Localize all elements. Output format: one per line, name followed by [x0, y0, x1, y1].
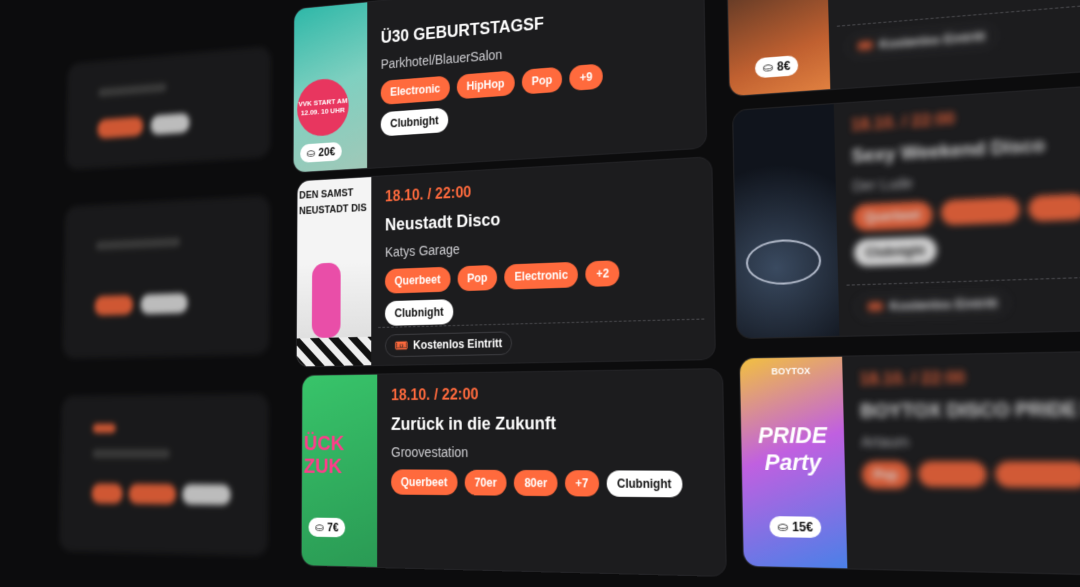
- ticket-label: Kostenlos Eintritt: [889, 295, 998, 314]
- category-tag[interactable]: Clubnight: [380, 107, 449, 137]
- event-poster: VVK START AM 12.09. 10 UHR ⛀ 20€: [293, 2, 368, 173]
- ticket-chip[interactable]: 🎟 Kostenlos Eintritt: [384, 331, 513, 358]
- coins-icon: ⛀: [777, 519, 789, 535]
- event-poster: ⛀ 8€: [727, 0, 831, 97]
- ticket-label: Kostenlos Eintritt: [878, 29, 986, 52]
- tag-list: Pop: [861, 460, 1080, 491]
- genre-tag[interactable]: [1027, 193, 1080, 222]
- event-poster: [733, 104, 840, 339]
- more-tags[interactable]: +7: [564, 470, 600, 497]
- coins-icon: ⛀: [762, 60, 774, 75]
- event-date: 18.10. / 22:00: [850, 110, 956, 135]
- tag-list: Querbeet: [852, 191, 1080, 232]
- event-poster: BOYTOX PRIDE Party ⛀ 15€: [739, 356, 848, 569]
- category-tag[interactable]: Clubnight: [384, 299, 454, 326]
- genre-tag[interactable]: 80er: [514, 469, 558, 497]
- event-card-left-3[interactable]: [60, 394, 268, 555]
- event-venue: Groovestation: [391, 444, 469, 460]
- event-venue: Artaum: [860, 433, 910, 451]
- ticket-chip[interactable]: 🎟 Kostenlos Eintritt: [845, 22, 998, 60]
- event-venue: Katys Garage: [385, 241, 460, 260]
- category-tag[interactable]: Clubnight: [853, 236, 938, 267]
- turntable-icon: [745, 237, 822, 286]
- event-card-boytox-pride[interactable]: BOYTOX PRIDE Party ⛀ 15€ 18.10. / 22:00 …: [739, 351, 1080, 576]
- genre-tag[interactable]: Querbeet: [391, 469, 458, 496]
- poster-figure: [311, 262, 341, 339]
- ticket-chip[interactable]: 🎟 Kostenlos Eintritt: [855, 290, 1011, 320]
- event-card-neustadt-disco[interactable]: DEN SAMST NEUSTADT DIS 18.10. / 22:00 Ne…: [296, 157, 715, 367]
- genre-tag[interactable]: HipHop: [456, 70, 515, 100]
- event-title: Neustadt Disco: [385, 209, 501, 235]
- price-badge: ⛀ 7€: [308, 517, 346, 538]
- ticket-icon: 🎟: [866, 299, 884, 315]
- genre-tag[interactable]: [994, 461, 1080, 489]
- ticket-icon: 🎟: [394, 338, 408, 353]
- event-card-left-1[interactable]: [67, 47, 270, 169]
- poster-text: PRIDE Party: [757, 421, 828, 476]
- poster-badge: VVK START AM 12.09. 10 UHR: [296, 77, 349, 138]
- genre-tag[interactable]: 70er: [464, 469, 507, 496]
- checker-floor: [296, 336, 372, 367]
- divider: [836, 2, 1080, 27]
- event-card-left-2[interactable]: [63, 196, 269, 358]
- tag-list: Querbeet Pop Electronic +2: [384, 257, 704, 294]
- genre-tag[interactable]: [940, 196, 1020, 226]
- price-badge: ⛀ 15€: [769, 516, 822, 538]
- genre-tag[interactable]: Querbeet: [384, 266, 451, 294]
- price-value: 20€: [318, 145, 336, 159]
- event-title: BOYTOX DISCO PRIDE PARTY: [859, 398, 1080, 422]
- genre-tag[interactable]: Electronic: [504, 261, 579, 290]
- poster-text: ÜCK ZUK: [303, 431, 345, 478]
- genre-tag[interactable]: [917, 461, 987, 488]
- event-date: 18.10. / 22:00: [385, 184, 472, 206]
- event-venue: Der Lude: [852, 174, 914, 195]
- event-title: Sexy Weekend Disco: [851, 134, 1046, 167]
- genre-tag[interactable]: Pop: [457, 264, 498, 292]
- price-badge: ⛀ 8€: [754, 55, 799, 79]
- ticket-icon: 🎟: [856, 38, 874, 54]
- more-tags[interactable]: +2: [585, 260, 620, 288]
- price-value: 15€: [792, 519, 814, 535]
- genre-tag[interactable]: Querbeet: [852, 200, 933, 232]
- coins-icon: ⛀: [315, 520, 324, 535]
- tag-list: Querbeet 70er 80er +7 Clubnight: [391, 469, 714, 498]
- event-poster: ÜCK ZUK ⛀ 7€: [301, 374, 378, 568]
- genre-tag[interactable]: Electronic: [380, 75, 450, 105]
- event-title: Zurück in die Zukunft: [391, 413, 557, 434]
- genre-tag[interactable]: Pop: [861, 460, 910, 489]
- price-badge: ⛀ 20€: [300, 141, 342, 163]
- poster-text: DEN SAMST NEUSTADT DIS: [299, 187, 367, 217]
- event-date: 18.10. / 22:00: [859, 369, 966, 390]
- genre-tag[interactable]: Pop: [521, 66, 563, 95]
- poster-top-text: BOYTOX: [771, 365, 811, 377]
- price-value: 7€: [327, 520, 339, 535]
- event-date: 18.10. / 22:00: [391, 386, 479, 405]
- more-tags[interactable]: +9: [569, 63, 603, 92]
- event-poster: DEN SAMST NEUSTADT DIS: [296, 177, 372, 367]
- event-card-right-top[interactable]: ⛀ 8€ 🎟 Kostenlos Eintritt: [727, 0, 1080, 97]
- event-card-zurueck-in-die-zukunft[interactable]: ÜCK ZUK ⛀ 7€ 18.10. / 22:00 Zurück in di…: [301, 369, 726, 576]
- event-card-top[interactable]: VVK START AM 12.09. 10 UHR ⛀ 20€ Ü30 GEB…: [293, 0, 707, 173]
- event-card-sexy-weekend-disco[interactable]: 18.10. / 22:00 Sexy Weekend Disco Der Lu…: [733, 83, 1080, 339]
- event-list-scene: VVK START AM 12.09. 10 UHR ⛀ 20€ Ü30 GEB…: [60, 0, 1080, 576]
- category-tag[interactable]: Clubnight: [606, 470, 683, 498]
- coins-icon: ⛀: [306, 146, 316, 160]
- ticket-label: Kostenlos Eintritt: [413, 336, 503, 352]
- price-value: 8€: [776, 58, 791, 74]
- divider: [846, 275, 1080, 286]
